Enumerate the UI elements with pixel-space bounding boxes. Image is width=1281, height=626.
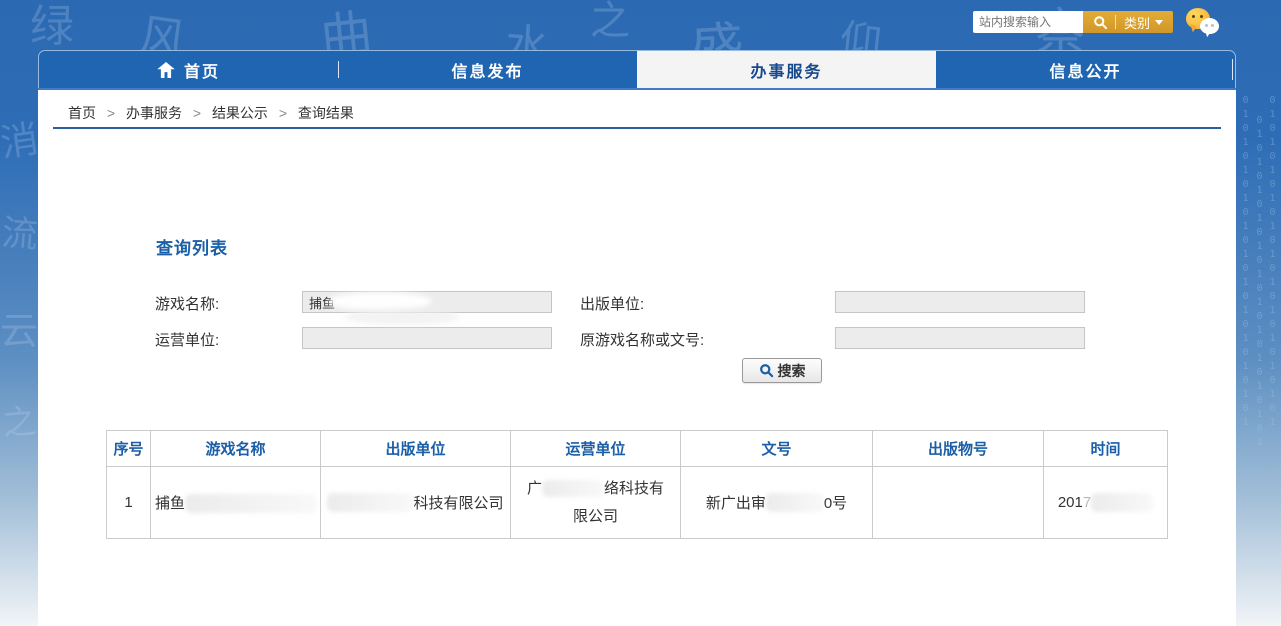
caret-down-icon [1155,20,1163,25]
operator-visible: 限公司 [573,503,618,531]
search-icon[interactable] [1089,11,1111,33]
breadcrumb-separator: > [107,105,115,121]
watermark-glyph: 绿 [30,0,74,54]
cell-operator: 广 络科技有 限公司 [511,467,681,539]
breadcrumb-separator: > [279,105,287,121]
breadcrumb-results[interactable]: 结果公示 [212,105,268,121]
watermark-glyph: 消 [0,108,42,168]
redaction-smudge [327,493,413,512]
header-publication-no: 出版物号 [873,431,1044,467]
original-or-doc-input[interactable] [835,327,1085,349]
home-icon [157,62,175,78]
nav-tab-label: 首页 [184,58,220,82]
wechat-bubble-white [1200,18,1219,34]
watermark-glyph: 云 [0,300,38,355]
publisher-visible: 科技有限公司 [413,492,503,513]
page-title: 查询列表 [156,234,228,259]
nav-tab-disclosure[interactable]: 信息公开 [936,51,1235,88]
site-search-input[interactable] [973,11,1083,33]
divider [1115,15,1116,29]
category-dropdown[interactable]: 类别 [1120,13,1167,32]
header-game-name: 游戏名称 [151,431,321,467]
cell-doc-no: 新广出审 0号 [681,467,873,539]
nav-tab-news[interactable]: 信息发布 [338,51,637,88]
redaction-smudge [1091,493,1153,512]
site-search-controls: 类别 [1083,11,1173,33]
nav-tab-label: 办事服务 [750,58,822,82]
operator-visible: 络科技有 [604,475,664,503]
breadcrumb-home[interactable]: 首页 [68,105,96,121]
publisher-label: 出版单位: [580,293,644,314]
breadcrumb: 首页 > 办事服务 > 结果公示 > 查询结果 [68,103,354,123]
header-operator: 运营单位 [511,431,681,467]
cell-date: 2017 [1044,467,1168,539]
nav-separator [338,61,339,78]
operator-visible: 广 [527,475,542,503]
game-name-label: 游戏名称: [155,293,219,314]
original-or-doc-label: 原游戏名称或文号: [580,329,704,350]
cell-game-name: 捕鱼 [151,467,321,539]
date-visible: 201 [1058,494,1083,511]
table-row: 1 捕鱼 科技有限公司 广络科技有 限公 [107,467,1168,539]
doc-no-visible: 0号 [824,492,847,513]
watermark-glyph: 之 [590,0,630,46]
watermark-glyph: 流 [0,204,40,259]
table-header-row: 序号 游戏名称 出版单位 运营单位 文号 出版物号 时间 [107,431,1168,467]
date-faded: 7 [1083,494,1091,511]
breadcrumb-services[interactable]: 办事服务 [126,105,182,121]
redaction-smudge [766,493,824,512]
binary-pattern: 010101010101010101010101 [1267,95,1278,365]
binary-pattern: 010101010101010101010101 [1254,115,1265,365]
header-publisher: 出版单位 [321,431,511,467]
category-label: 类别 [1124,13,1150,32]
site-search-bar: 类别 [973,11,1173,33]
search-button[interactable]: 搜索 [742,358,822,383]
redaction-smudge [542,480,604,497]
header-no: 序号 [107,431,151,467]
main-nav: 首页 信息发布 办事服务 信息公开 [38,50,1236,88]
search-button-label: 搜索 [778,361,806,381]
breadcrumb-current: 查询结果 [298,105,354,121]
results-table: 序号 游戏名称 出版单位 运营单位 文号 出版物号 时间 1 捕鱼 [106,430,1168,539]
header-date: 时间 [1044,431,1168,467]
binary-pattern: 010101010101010101010101 [1240,95,1251,365]
nav-tab-label: 信息公开 [1049,58,1121,82]
watermark-glyph: 之 [0,394,38,446]
page-background: 曲 水 之 盛 仰 察 风 绿 消 流 云 之 0101010101010101… [0,0,1281,626]
content-panel: 首页 > 办事服务 > 结果公示 > 查询结果 查询列表 游戏名称: 出版单位:… [38,90,1236,626]
header-doc-no: 文号 [681,431,873,467]
nav-separator [1232,59,1233,80]
redaction-smudge [185,494,317,513]
game-name-visible: 捕鱼 [155,495,185,512]
nav-tab-label: 信息发布 [451,58,523,82]
doc-no-visible: 新广出审 [706,492,766,513]
publisher-input[interactable] [835,291,1085,313]
breadcrumb-divider [53,127,1221,129]
nav-tab-home[interactable]: 首页 [39,51,338,88]
operator-input[interactable] [302,327,552,349]
game-name-input[interactable] [302,291,552,313]
nav-tab-services[interactable]: 办事服务 [637,51,936,88]
cell-no: 1 [107,467,151,539]
wechat-icon[interactable] [1186,6,1224,40]
breadcrumb-separator: > [193,105,201,121]
operator-label: 运营单位: [155,329,219,350]
cell-publication-no [873,467,1044,539]
cell-publisher: 科技有限公司 [321,467,511,539]
